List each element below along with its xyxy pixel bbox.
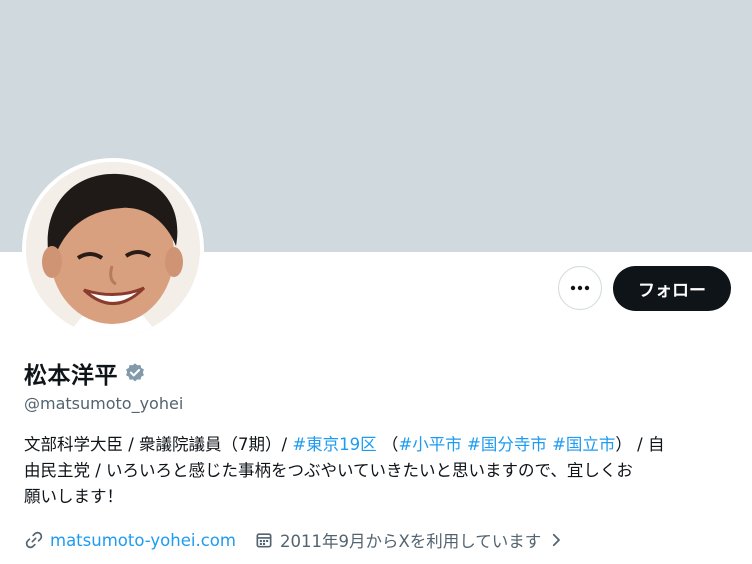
website-link[interactable]: matsumoto-yohei.com [50, 531, 236, 550]
link-icon [25, 531, 43, 549]
avatar[interactable] [26, 162, 200, 336]
more-icon [570, 285, 590, 291]
follow-button-label: フォロー [638, 281, 706, 301]
profile-name-row: 松本洋平 [24, 356, 146, 390]
calendar-icon [256, 533, 272, 548]
chevron-right-icon[interactable] [547, 531, 565, 549]
bio-line-1: 文部科学大臣 / 衆議院議員（7期）/ #東京19区 （#小平市 #国分寺市 #… [24, 432, 734, 458]
hashtag-link[interactable]: #小平市 [398, 435, 461, 454]
bio-line-2: 由民主党 / いろいろと感じた事柄をつぶやいていきたいと思いますので、宜しくお [24, 461, 633, 480]
bio-text: 文部科学大臣 / 衆議院議員（7期）/ [24, 435, 293, 454]
profile-bio: 文部科学大臣 / 衆議院議員（7期）/ #東京19区 （#小平市 #国分寺市 #… [24, 432, 734, 510]
more-options-button[interactable] [558, 266, 602, 310]
bio-text: （ [376, 435, 399, 454]
bio-text: ） / 自 [615, 435, 665, 454]
verified-badge-icon[interactable] [124, 362, 146, 384]
follow-button[interactable]: フォロー [613, 266, 731, 311]
profile-meta: matsumoto-yohei.com 2011年9月からXを利用しています [24, 528, 565, 552]
hashtag-link[interactable]: #国立市 [552, 435, 615, 454]
bio-line-3: 願いします！ [24, 487, 123, 506]
hashtag-link[interactable]: #東京19区 [292, 435, 376, 454]
hashtag-link[interactable]: #国分寺市 [467, 435, 547, 454]
joined-item: 2011年9月からXを利用しています [254, 528, 565, 552]
website-item[interactable]: matsumoto-yohei.com [24, 530, 236, 550]
profile-name: 松本洋平 [24, 363, 118, 389]
profile-handle: @matsumoto_yohei [24, 394, 184, 413]
joined-date: 2011年9月からXを利用しています [279, 532, 542, 551]
